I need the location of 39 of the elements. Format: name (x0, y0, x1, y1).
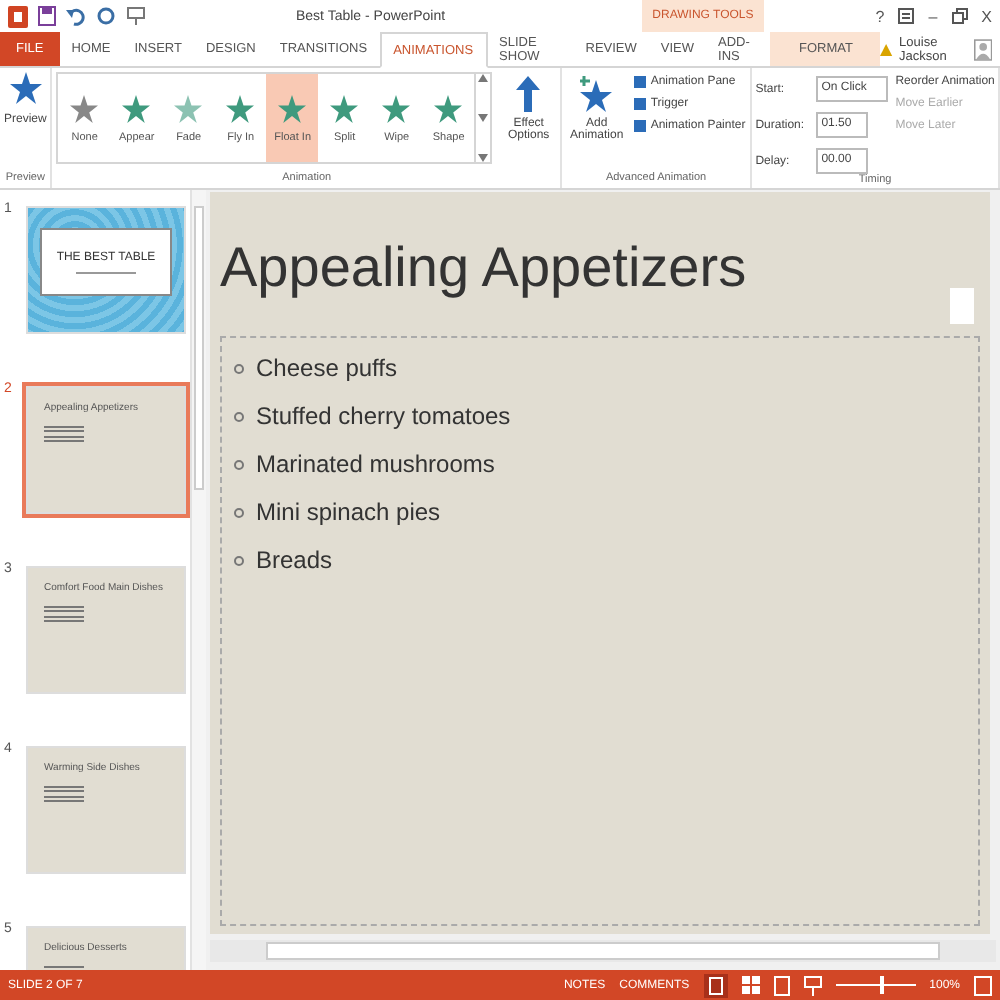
normal-view-icon[interactable] (703, 973, 728, 997)
present-icon[interactable] (126, 6, 146, 26)
reading-view-icon[interactable] (773, 975, 790, 995)
add-star-icon[interactable] (580, 76, 613, 112)
arrow-up-icon[interactable] (516, 76, 541, 112)
slideshow-icon[interactable] (803, 975, 822, 995)
star-icon (434, 93, 463, 123)
star-icon (70, 93, 99, 123)
slide-tab-shape (950, 288, 974, 324)
powerpoint-icon[interactable] (8, 5, 28, 27)
star-icon (382, 93, 411, 123)
bullet-text: Mini spinach pies (256, 498, 441, 526)
fit-slide-icon[interactable] (974, 975, 992, 995)
close-button[interactable]: X (981, 7, 992, 25)
bullet-text: Stuffed cherry tomatoes (256, 402, 511, 430)
bullet-text: Marinated mushrooms (256, 450, 495, 478)
scrollbar[interactable] (210, 940, 996, 962)
help-button[interactable]: ? (875, 7, 885, 25)
star-icon (122, 93, 151, 123)
ribbon-display-icon[interactable] (898, 8, 915, 24)
avatar-icon (973, 35, 992, 63)
content-placeholder[interactable]: Cheese puffs Stuffed cherry tomatoes Marinated mushrooms Mini spinach pies Breads (220, 336, 980, 926)
minimize-button[interactable]: – (928, 7, 938, 25)
star-icon (226, 93, 255, 123)
bullet-text: Cheese puffs (256, 354, 397, 382)
undo-icon[interactable] (66, 6, 86, 26)
slide-title[interactable]: Appealing Appetizers (220, 236, 980, 300)
restore-icon[interactable] (951, 8, 968, 24)
more-icon[interactable] (478, 154, 489, 162)
slide-sorter-icon[interactable] (741, 976, 760, 994)
bullet-text: Breads (256, 546, 333, 574)
scrollbar[interactable] (190, 190, 206, 970)
scroll-up-icon[interactable] (478, 74, 489, 82)
star-icon (174, 93, 203, 123)
star-icon (278, 93, 307, 123)
scroll-down-icon[interactable] (478, 114, 489, 122)
save-icon[interactable] (38, 6, 56, 26)
star-icon[interactable] (9, 72, 42, 108)
star-icon (330, 93, 359, 123)
